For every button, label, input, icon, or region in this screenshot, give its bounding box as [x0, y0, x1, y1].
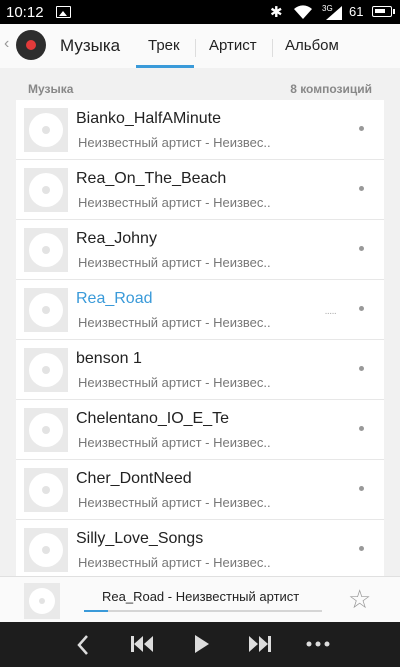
track-title: Chelentano_IO_E_Te — [76, 410, 229, 427]
track-subtitle: Неизвестный артист - Неизвес.. — [78, 255, 271, 270]
track-subtitle: Неизвестный артист - Неизвес.. — [78, 375, 271, 390]
track-title: Rea_Johny — [76, 230, 157, 247]
track-title: Silly_Love_Songs — [76, 530, 204, 547]
track-menu-dot-icon[interactable] — [359, 546, 364, 551]
track-subtitle: Неизвестный артист - Неизвес.. — [78, 555, 271, 570]
section-header: Музыка 8 композиций — [16, 82, 384, 98]
track-row-playing[interactable]: Rea_Road Неизвестный артист - Неизвес.. … — [16, 280, 384, 340]
network-type-label: 3G — [322, 4, 333, 13]
vinyl-logo-icon[interactable] — [16, 30, 46, 60]
section-title: Музыка — [28, 82, 74, 96]
bluetooth-icon: ✱ — [270, 4, 283, 21]
wifi-icon — [293, 4, 313, 25]
track-title: Cher_DontNeed — [76, 470, 192, 487]
playback-progress-fill — [84, 610, 108, 612]
image-notification-icon — [56, 6, 71, 18]
track-list: Bianko_HalfAMinute Неизвестный артист - … — [16, 100, 384, 580]
track-title: Rea_On_The_Beach — [76, 170, 227, 187]
track-title: Bianko_HalfAMinute — [76, 110, 221, 127]
tab-track[interactable]: Трек — [148, 37, 180, 54]
play-icon[interactable] — [194, 634, 210, 659]
back-chevron-icon[interactable]: ‹ — [4, 35, 9, 53]
status-time: 10:12 — [6, 4, 44, 21]
track-row[interactable]: Bianko_HalfAMinute Неизвестный артист - … — [16, 100, 384, 160]
skip-previous-icon[interactable] — [130, 634, 154, 659]
track-title: benson 1 — [76, 350, 142, 367]
tab-album[interactable]: Альбом — [285, 37, 339, 54]
album-art-icon — [24, 348, 68, 392]
battery-percent: 61 — [349, 4, 364, 19]
track-row[interactable]: Rea_Johny Неизвестный артист - Неизвес.. — [16, 220, 384, 280]
album-art-icon — [24, 228, 68, 272]
track-title: Rea_Road — [76, 290, 153, 307]
album-art-icon — [24, 288, 68, 332]
album-art-icon — [24, 408, 68, 452]
track-row[interactable]: benson 1 Неизвестный артист - Неизвес.. — [16, 340, 384, 400]
app-title: Музыка — [60, 36, 121, 55]
playback-progress[interactable] — [84, 610, 322, 612]
tab-divider — [272, 39, 273, 57]
now-playing-indicator-icon: ····· — [324, 308, 337, 319]
track-menu-dot-icon[interactable] — [359, 246, 364, 251]
now-playing-art-icon[interactable] — [24, 583, 60, 619]
track-menu-dot-icon[interactable] — [359, 186, 364, 191]
track-row[interactable]: Cher_DontNeed Неизвестный артист - Неизв… — [16, 460, 384, 520]
back-icon[interactable] — [76, 634, 90, 661]
track-row[interactable]: Rea_On_The_Beach Неизвестный артист - Не… — [16, 160, 384, 220]
track-menu-dot-icon[interactable] — [359, 306, 364, 311]
track-row[interactable]: Chelentano_IO_E_Te Неизвестный артист - … — [16, 400, 384, 460]
album-art-icon — [24, 528, 68, 572]
signal-icon: 3G — [322, 3, 344, 26]
active-tab-indicator — [136, 65, 194, 68]
track-count: 8 композиций — [290, 82, 372, 96]
app-header: ‹ Музыка Трек Артист Альбом — [0, 24, 400, 68]
tab-divider — [195, 39, 196, 57]
track-menu-dot-icon[interactable] — [359, 486, 364, 491]
track-subtitle: Неизвестный артист - Неизвес.. — [78, 195, 271, 210]
track-row[interactable]: Silly_Love_Songs Неизвестный артист - Не… — [16, 520, 384, 580]
album-art-icon — [24, 168, 68, 212]
now-playing-bar[interactable]: Rea_Road - Неизвестный артист ☆ — [0, 576, 400, 622]
album-art-icon — [24, 468, 68, 512]
more-icon[interactable] — [306, 634, 330, 659]
battery-icon — [372, 6, 395, 17]
track-subtitle: Неизвестный артист - Неизвес.. — [78, 435, 271, 450]
album-art-icon — [24, 108, 68, 152]
track-subtitle: Неизвестный артист - Неизвес.. — [78, 315, 271, 330]
status-bar: 10:12 ✱ 3G 61 — [0, 0, 400, 24]
track-menu-dot-icon[interactable] — [359, 126, 364, 131]
track-subtitle: Неизвестный артист - Неизвес.. — [78, 495, 271, 510]
now-playing-title: Rea_Road - Неизвестный артист — [102, 589, 300, 604]
skip-next-icon[interactable] — [248, 634, 272, 659]
track-menu-dot-icon[interactable] — [359, 366, 364, 371]
star-icon[interactable]: ☆ — [348, 586, 371, 612]
track-subtitle: Неизвестный артист - Неизвес.. — [78, 135, 271, 150]
tab-artist[interactable]: Артист — [209, 37, 257, 54]
track-menu-dot-icon[interactable] — [359, 426, 364, 431]
playback-controls — [0, 622, 400, 667]
